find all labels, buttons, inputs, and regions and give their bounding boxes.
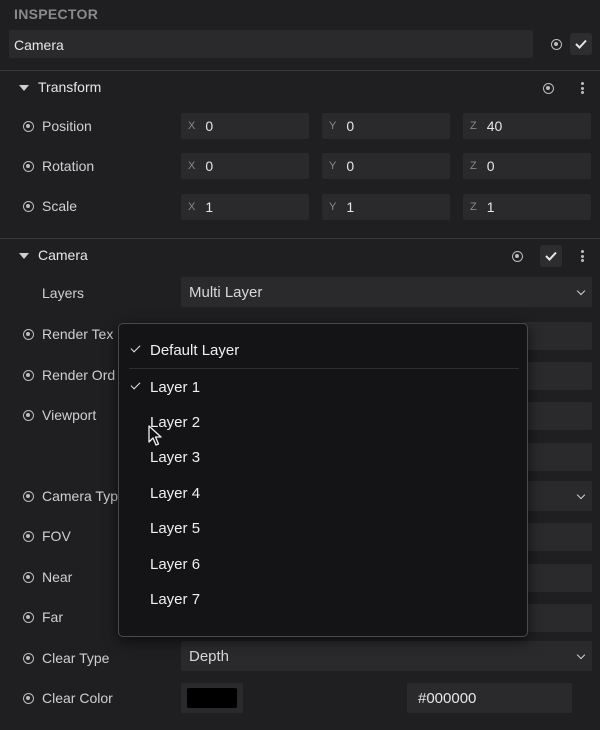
scale-label: Scale (42, 198, 78, 214)
caret-down-icon (19, 253, 29, 259)
layers-label: Layers (42, 285, 85, 301)
chevron-down-icon (576, 490, 586, 499)
layers-dropdown[interactable]: Multi Layer (181, 277, 592, 307)
viewport-label: Viewport (42, 407, 97, 423)
camera-type-label: Camera Typ (42, 488, 118, 504)
scale-z-field[interactable]: Z1 (463, 194, 591, 220)
position-z-field[interactable]: Z 40 (463, 113, 591, 139)
far-label: Far (42, 609, 63, 625)
rotation-x-field[interactable]: X0 (181, 153, 309, 179)
inspector-title: INSPECTOR (14, 6, 99, 22)
node-visibility-toggle[interactable] (547, 35, 565, 53)
render-order-toggle[interactable] (19, 366, 37, 384)
fov-field[interactable] (522, 523, 592, 551)
layer-option-2[interactable]: Layer 2 (119, 407, 527, 437)
rotation-label: Rotation (42, 158, 95, 174)
radio-dot-icon (22, 692, 34, 704)
near-field[interactable] (522, 564, 592, 592)
transform-section-title[interactable]: Transform (38, 79, 101, 95)
near-toggle[interactable] (19, 568, 37, 586)
near-label: Near (42, 569, 73, 585)
render-texture-toggle[interactable] (19, 325, 37, 343)
rotation-y-field[interactable]: Y0 (322, 153, 450, 179)
render-order-label: Render Ord (42, 367, 116, 383)
clear-type-label: Clear Type (42, 650, 110, 666)
caret-down-icon (19, 85, 29, 91)
position-label: Position (42, 118, 92, 134)
fov-toggle[interactable] (19, 527, 37, 545)
radio-dot-icon (511, 250, 523, 262)
layer-option-default[interactable]: Default Layer (119, 335, 527, 365)
viewport-xy-field[interactable] (522, 402, 592, 430)
transform-collapse-toggle[interactable] (19, 85, 29, 91)
radio-dot-icon (22, 652, 34, 664)
radio-dot-icon (22, 160, 34, 172)
radio-dot-icon (22, 409, 34, 421)
radio-dot-icon (22, 571, 34, 583)
camera-section-title[interactable]: Camera (38, 247, 88, 263)
checkmark-icon (130, 342, 141, 353)
render-texture-label: Render Tex (42, 326, 114, 342)
clear-color-swatch-button[interactable] (181, 683, 243, 713)
transform-toggle[interactable] (539, 79, 557, 97)
scale-toggle[interactable] (19, 197, 37, 215)
far-toggle[interactable] (19, 608, 37, 626)
radio-dot-icon (22, 369, 34, 381)
camera-type-toggle[interactable] (19, 487, 37, 505)
fov-label: FOV (42, 528, 71, 544)
camera-collapse-toggle[interactable] (19, 253, 29, 259)
render-texture-field[interactable] (522, 322, 592, 350)
camera-enabled-checkbox[interactable] (540, 245, 562, 267)
section-divider (0, 70, 600, 71)
transform-menu-button[interactable] (577, 80, 587, 96)
camera-type-dropdown[interactable] (522, 481, 592, 511)
scale-y-field[interactable]: Y1 (322, 194, 450, 220)
node-name-field[interactable]: Camera (9, 30, 533, 58)
radio-dot-icon (22, 328, 34, 340)
position-toggle[interactable] (19, 117, 37, 135)
scale-x-field[interactable]: X1 (181, 194, 309, 220)
clear-type-toggle[interactable] (19, 649, 37, 667)
checkmark-icon (545, 251, 557, 261)
position-y-field[interactable]: Y0 (322, 113, 450, 139)
node-enabled-checkbox[interactable] (570, 33, 592, 55)
section-divider (0, 238, 600, 239)
viewport-wh-field[interactable] (522, 443, 592, 471)
camera-menu-button[interactable] (577, 248, 587, 264)
radio-dot-icon (542, 82, 554, 94)
layer-option-7[interactable]: Layer 7 (119, 584, 527, 614)
checkmark-icon (575, 39, 587, 49)
clear-color-hex-field[interactable]: #000000 (407, 683, 572, 713)
mouse-pointer-icon (148, 425, 162, 446)
far-field[interactable] (522, 604, 592, 632)
chevron-down-icon (576, 286, 586, 295)
radio-dot-icon (22, 490, 34, 502)
layers-dropdown-menu: Default Layer Layer 1 Layer 2 Layer 3 La… (118, 323, 528, 637)
menu-separator (129, 368, 519, 369)
rotation-toggle[interactable] (19, 157, 37, 175)
rotation-z-field[interactable]: Z0 (463, 153, 591, 179)
kebab-menu-icon (580, 250, 584, 253)
layer-option-3[interactable]: Layer 3 (119, 442, 527, 472)
position-x-field[interactable]: X0 (181, 113, 309, 139)
clear-color-toggle[interactable] (19, 689, 37, 707)
radio-dot-icon (22, 120, 34, 132)
layer-option-4[interactable]: Layer 4 (119, 478, 527, 508)
layer-option-6[interactable]: Layer 6 (119, 549, 527, 579)
clear-color-label: Clear Color (42, 690, 113, 706)
color-swatch (187, 688, 237, 708)
radio-dot-icon (22, 611, 34, 623)
radio-dot-icon (550, 38, 562, 50)
layer-option-5[interactable]: Layer 5 (119, 513, 527, 543)
kebab-menu-icon (580, 82, 584, 85)
radio-dot-icon (22, 200, 34, 212)
camera-toggle[interactable] (508, 247, 526, 265)
layer-option-1[interactable]: Layer 1 (119, 372, 527, 402)
checkmark-icon (130, 379, 141, 390)
render-order-field[interactable] (522, 362, 592, 390)
chevron-down-icon (576, 650, 586, 659)
viewport-toggle[interactable] (19, 406, 37, 424)
radio-dot-icon (22, 530, 34, 542)
clear-type-dropdown[interactable]: Depth (181, 641, 592, 671)
